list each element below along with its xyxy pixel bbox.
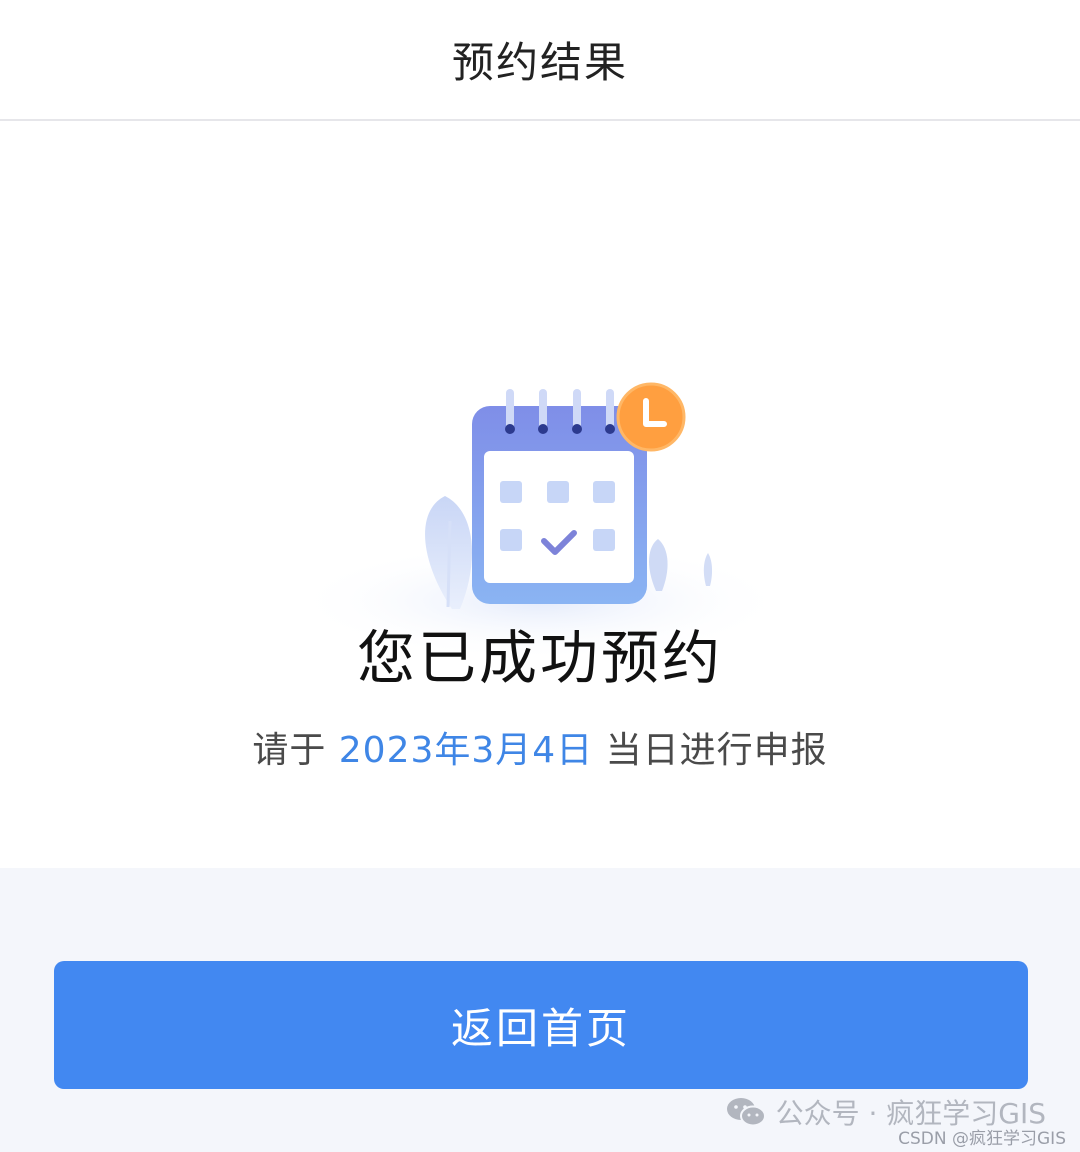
instruction-prefix: 请于 xyxy=(252,730,327,771)
return-home-button[interactable]: 返回首页 xyxy=(54,961,1028,1089)
calendar-check-clock-icon xyxy=(290,382,790,661)
top-nav-bar: 预约结果 xyxy=(0,0,1080,121)
booking-result-page: 预约结果 您已成功预约 请于 2023年3月4日 当日进行申报 返回首页 公众号… xyxy=(0,0,1080,1152)
report-date: 2023年3月4日 xyxy=(338,730,594,771)
csdn-watermark: CSDN @疯狂学习GIS xyxy=(898,1129,1066,1149)
success-title: 您已成功预约 xyxy=(356,624,723,692)
result-panel: 您已成功预约 请于 2023年3月4日 当日进行申报 xyxy=(0,121,1080,868)
report-date-instruction: 请于 2023年3月4日 当日进行申报 xyxy=(0,721,1080,773)
page-title: 预约结果 xyxy=(451,38,628,87)
instruction-suffix: 当日进行申报 xyxy=(605,730,828,771)
wechat-icon xyxy=(726,1098,766,1127)
